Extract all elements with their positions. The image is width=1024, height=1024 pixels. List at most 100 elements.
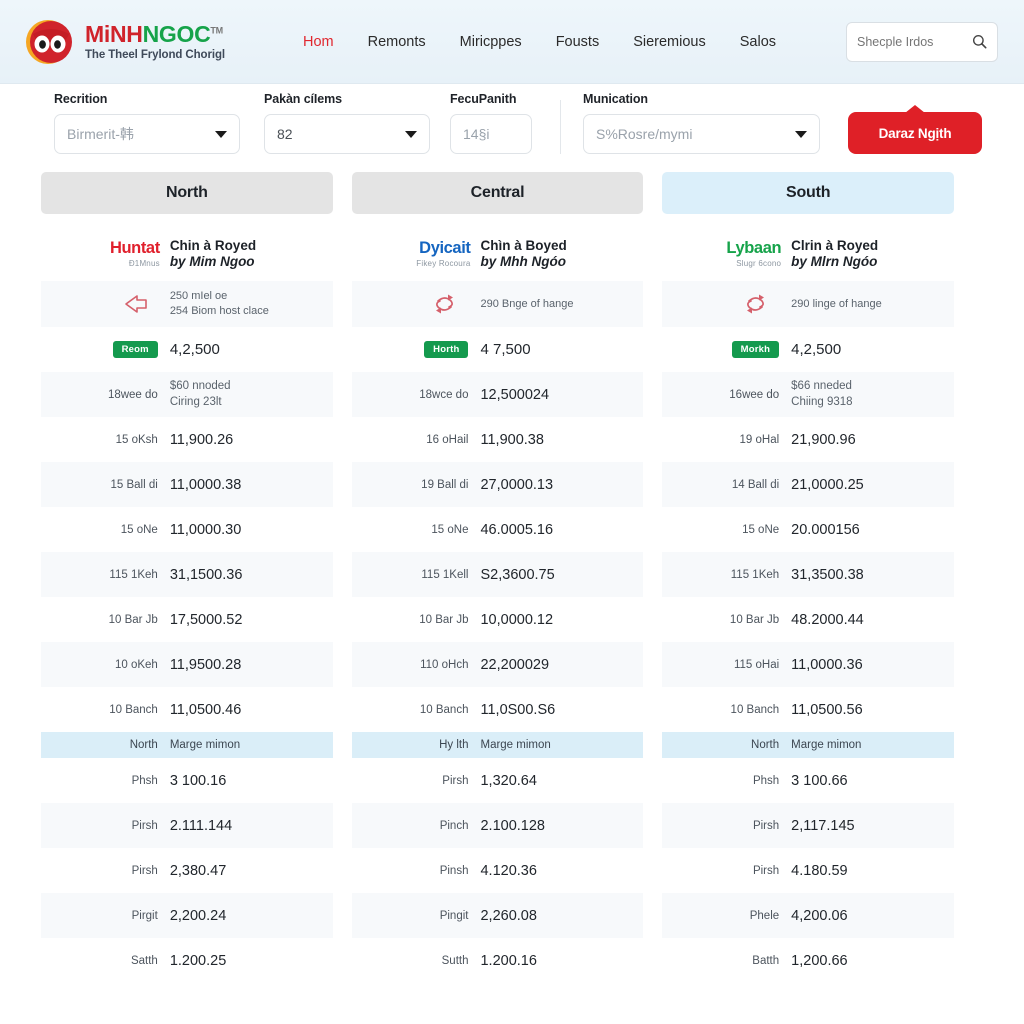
- site-header: MiNHNGOCTM The Theel Frylond Chorigl Hom…: [0, 0, 1024, 84]
- refresh-text-line1: 250 mIel oe: [169, 290, 228, 303]
- brand-name: MiNHNGOCTM: [85, 23, 225, 46]
- filter-recrition-value: Birmerit-韩: [67, 126, 134, 142]
- provider-logo-main: Huntat: [109, 239, 160, 258]
- refresh-row[interactable]: 290 linge of hange: [662, 281, 955, 327]
- row-value: 10,0000.12: [480, 611, 554, 628]
- section-band-value: Marge mimon: [169, 739, 241, 751]
- row-label: 10 Banch: [730, 703, 780, 716]
- provider-title-line1: Chìn à Boyed: [480, 237, 567, 253]
- row-label: Phsh: [752, 774, 780, 787]
- row-value: 11,0500.46: [169, 701, 242, 718]
- section-band-label: North: [129, 739, 158, 751]
- search-icon[interactable]: [972, 34, 987, 49]
- filter-fecupanith: FecuPanith 14§i: [450, 92, 532, 154]
- note-row-line1: 12,500024: [480, 386, 550, 403]
- row-value: 1,200.66: [791, 952, 848, 969]
- refresh-text: 290 Bnge of hange: [480, 297, 639, 312]
- search-input[interactable]: [857, 34, 966, 49]
- row-value: 2.111.144: [169, 817, 233, 834]
- nav-item-miricppes[interactable]: Miricppes: [460, 34, 522, 50]
- filter-pakan-ciiems-value: 82: [277, 126, 293, 142]
- row-value: 4,200.06: [791, 907, 848, 924]
- nav-item-remonts[interactable]: Remonts: [368, 34, 426, 50]
- filter-recrition: Recrition Birmerit-韩: [54, 92, 240, 154]
- row-label: 115 1Keh: [730, 568, 780, 581]
- provider-logo-sub: Slugr 6cono: [736, 258, 782, 268]
- section-band-label: Hy lth: [439, 739, 469, 751]
- badge-row: Horth 4 7,500: [352, 327, 644, 372]
- refresh-arrow-icon[interactable]: [45, 293, 170, 315]
- badge-wrap: Reom: [45, 341, 170, 358]
- region-column-south: South Lybaan Slugr 6cono Clrin à Royed b…: [662, 172, 955, 983]
- row-value: 31,3500.38: [791, 566, 864, 583]
- status-badge: Horth: [424, 341, 469, 358]
- filter-pakan-ciiems: Pakàn cíIems 82: [264, 92, 430, 154]
- row-value: 11,9500.28: [169, 656, 242, 673]
- table-row: 10 Banch 11,0500.56: [662, 687, 954, 732]
- section-band-value: Marge mimon: [791, 739, 862, 751]
- row-label: 15 oKsh: [115, 433, 158, 446]
- brand-text: MiNHNGOCTM The Theel Frylond Chorigl: [85, 21, 225, 62]
- table-title-row: Dyicait Fikey Rocoura Chìn à Boyed by Mh…: [352, 229, 644, 281]
- provider-logo-sub: Đ1Mnus: [128, 258, 160, 268]
- regions-grid: North Huntat Đ1Mnus Chin à Royed by Mim …: [0, 172, 1024, 983]
- filter-pakan-ciiems-select[interactable]: 82: [264, 114, 430, 154]
- nav-item-hom[interactable]: Hom: [303, 34, 334, 50]
- table-row: 10 Banch 11,0S00.S6: [352, 687, 644, 732]
- region-header-north[interactable]: North: [41, 172, 333, 214]
- region-header-central[interactable]: Central: [351, 172, 644, 214]
- filter-munication-select[interactable]: S%Rosre/mymi: [583, 114, 820, 154]
- row-value: 11,0000.30: [169, 521, 242, 538]
- provider-title: Clrin à Royed by Mlrn Ngóo: [791, 238, 950, 271]
- table-row: 115 1Keh 31,3500.38: [662, 552, 955, 597]
- row-value: 11,900.38: [480, 431, 544, 448]
- region-header-south[interactable]: South: [662, 172, 955, 214]
- row-value: 21,900.96: [791, 431, 856, 448]
- row-label: 14 Ball di: [731, 478, 780, 491]
- row-value: 11,0000.38: [169, 476, 242, 493]
- row-value: 11,0S00.S6: [480, 701, 556, 718]
- note-row: 16wee do $66 nneded Chiing 9318: [662, 372, 955, 417]
- row-label: Pirsh: [442, 774, 469, 787]
- nav-item-salos[interactable]: Salos: [740, 34, 776, 50]
- row-label: Phele: [749, 909, 780, 922]
- row-value: 46.0005.16: [480, 521, 554, 538]
- table-row: Pirsh 2.111.144: [41, 803, 333, 848]
- table-row: 19 oHal 21,900.96: [662, 417, 954, 462]
- filter-recrition-select[interactable]: Birmerit-韩: [54, 114, 240, 154]
- badge-row-value: 4,2,500: [791, 341, 842, 358]
- table-row: 15 oKsh 11,900.26: [41, 417, 333, 462]
- table-row: Pingit 2,260.08: [351, 893, 644, 938]
- table-row: Sutth 1.200.16: [352, 938, 644, 983]
- refresh-arrow-icon[interactable]: [666, 293, 791, 315]
- filter-recrition-label: Recrition: [54, 92, 108, 106]
- refresh-arrow-icon[interactable]: [356, 293, 481, 315]
- row-value: 48.2000.44: [791, 611, 864, 628]
- search-box[interactable]: [846, 21, 998, 62]
- provider-logo: Huntat Đ1Mnus: [45, 239, 170, 268]
- row-label: Pirsh: [131, 819, 158, 832]
- table-row: 110 oHch 22,200029: [351, 642, 644, 687]
- row-value: 27,0000.13: [480, 476, 554, 493]
- badge-wrap: Morkh: [666, 341, 791, 358]
- provider-logo-main: Dyicait: [419, 239, 471, 258]
- brand-logo[interactable]: MiNHNGOCTM The Theel Frylond Chorigl: [24, 16, 225, 68]
- table-row: Phsh 3 100.66: [662, 758, 954, 803]
- nav-item-fousts[interactable]: Fousts: [556, 34, 600, 50]
- row-label: Pirsh: [131, 864, 158, 877]
- brand-name-part1: MiNH: [85, 21, 143, 48]
- submit-button[interactable]: Daraz Ngịth: [848, 112, 982, 154]
- provider-logo: Dyicait Fikey Rocoura: [356, 239, 481, 268]
- refresh-row[interactable]: 250 mIel oe 254 Biom host clace: [41, 281, 333, 327]
- row-value: 2,117.145: [791, 817, 855, 834]
- row-value: 21,0000.25: [791, 476, 864, 493]
- refresh-row[interactable]: 290 Bnge of hange: [351, 281, 644, 327]
- row-value: 17,5000.52: [169, 611, 243, 628]
- row-value: 1.200.16: [480, 952, 537, 969]
- row-value: 11,0500.56: [791, 701, 863, 718]
- filter-fecupanith-input[interactable]: 14§i: [450, 114, 532, 154]
- nav-item-sieremious[interactable]: Sieremious: [633, 34, 706, 50]
- brand-name-part2: NGOC: [142, 21, 211, 48]
- status-badge: Reom: [112, 341, 158, 358]
- provider-logo-sub: Fikey Rocoura: [416, 258, 471, 268]
